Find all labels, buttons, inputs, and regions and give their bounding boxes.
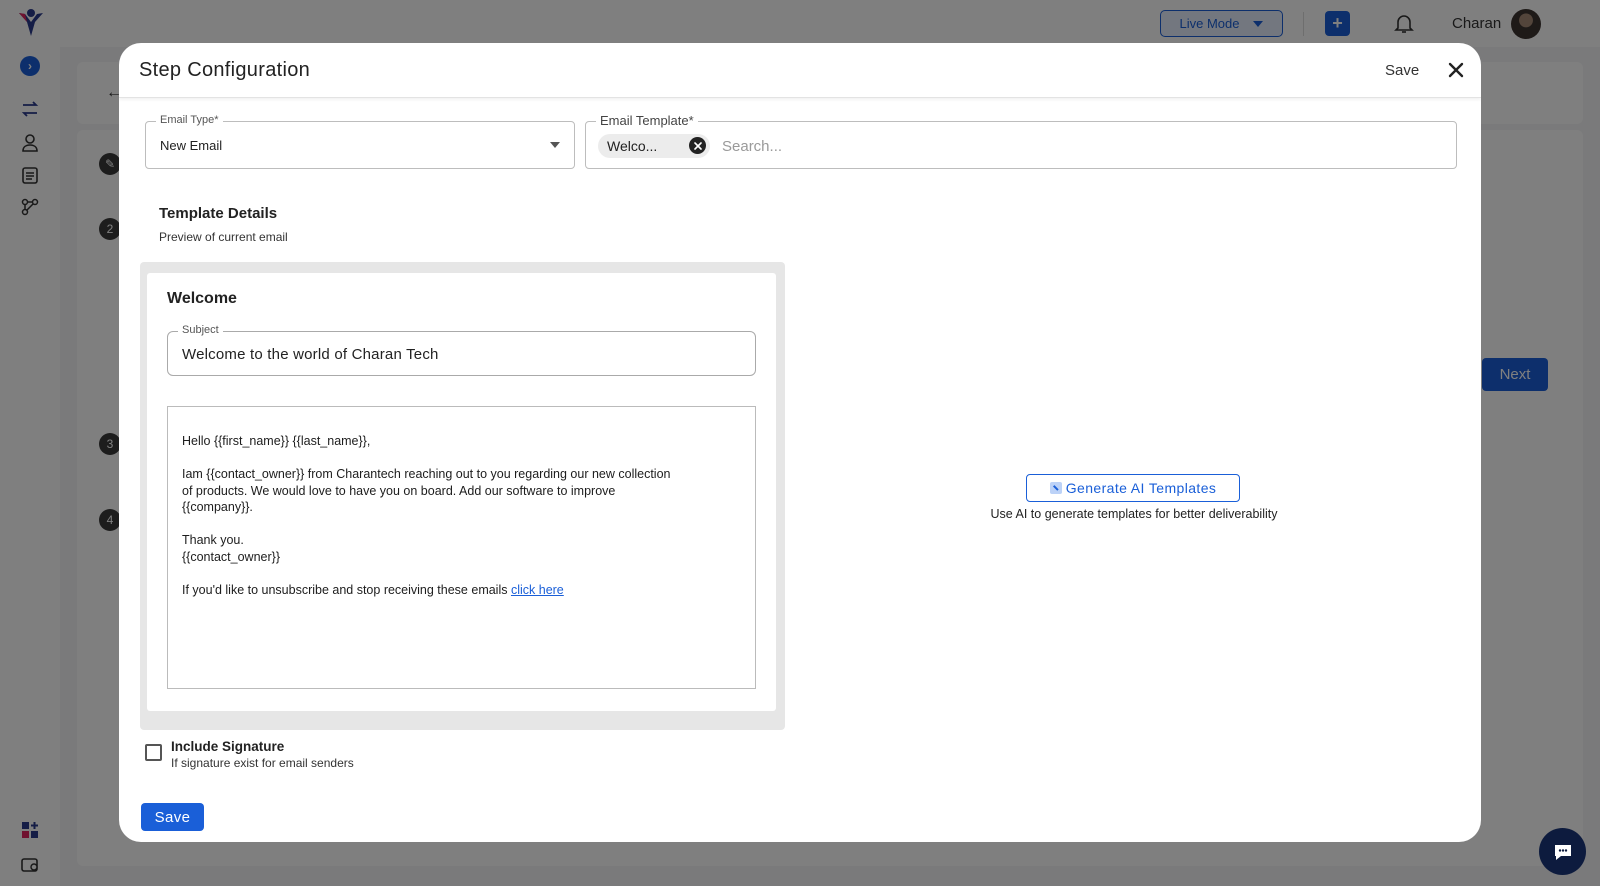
ai-wand-icon — [1049, 482, 1062, 494]
email-type-value: New Email — [160, 138, 223, 153]
include-signature-checkbox[interactable] — [145, 744, 162, 761]
unsubscribe-link[interactable]: click here — [511, 583, 564, 597]
chat-icon — [1554, 844, 1571, 860]
modal-header: Step Configuration Save — [119, 43, 1481, 98]
template-details-title: Template Details — [159, 205, 278, 222]
unsubscribe-text: If you'd like to unsubscribe and stop re… — [182, 582, 511, 597]
header-save-button[interactable]: Save — [1385, 62, 1419, 79]
template-name: Welcome — [167, 290, 237, 307]
template-chip-label: Welco... — [607, 138, 658, 154]
include-signature-label: Include Signature — [171, 739, 285, 754]
chat-button[interactable] — [1539, 828, 1586, 875]
email-template-autocomplete[interactable]: Email Template* Welco... — [585, 113, 1457, 169]
template-search-input[interactable] — [722, 134, 1422, 158]
close-button[interactable] — [1445, 59, 1467, 81]
chip-remove-button[interactable] — [689, 137, 706, 154]
subject-label: Subject — [178, 324, 223, 336]
caret-down-icon — [550, 142, 560, 148]
subject-field[interactable]: Subject Welcome to the world of Charan T… — [167, 324, 756, 376]
body-spacer — [182, 516, 741, 533]
body-spacer — [182, 450, 741, 467]
step-configuration-modal: Step Configuration Save Email Type* New … — [119, 43, 1481, 842]
template-chip[interactable]: Welco... — [598, 134, 710, 158]
subject-value: Welcome to the world of Charan Tech — [182, 346, 439, 363]
generate-ai-templates-button[interactable]: Generate AI Templates — [1026, 474, 1240, 502]
template-details-subtitle: Preview of current email — [159, 230, 288, 244]
body-line: Iam {{contact_owner}} from Charantech re… — [182, 467, 671, 481]
body-greeting: Hello {{first_name}} {{last_name}}, — [182, 434, 371, 448]
email-preview-card: Welcome Subject Welcome to the world of … — [147, 273, 776, 711]
body-unsubscribe: If you'd like to unsubscribe and stop re… — [182, 582, 741, 599]
email-template-label: Email Template* — [596, 113, 698, 128]
body-line: {{company}}. — [182, 500, 253, 514]
generate-ai-templates-label: Generate AI Templates — [1065, 480, 1217, 496]
modal-title: Step Configuration — [139, 59, 311, 81]
ai-subtitle: Use AI to generate templates for better … — [990, 507, 1278, 521]
email-type-label: Email Type* — [156, 114, 223, 126]
email-type-select[interactable]: Email Type* New Email — [145, 114, 575, 169]
close-icon — [1448, 62, 1464, 78]
save-button[interactable]: Save — [141, 803, 204, 831]
include-signature-subtitle: If signature exist for email senders — [171, 756, 354, 770]
close-icon — [693, 141, 702, 150]
email-body[interactable]: Hello {{first_name}} {{last_name}}, Iam … — [167, 406, 756, 689]
body-line: of products. We would love to have you o… — [182, 483, 616, 498]
email-preview-container: Welcome Subject Welcome to the world of … — [140, 262, 785, 730]
body-signoff: {{contact_owner}} — [182, 549, 280, 564]
body-spacer — [182, 565, 741, 582]
body-thanks: Thank you. — [182, 533, 244, 547]
